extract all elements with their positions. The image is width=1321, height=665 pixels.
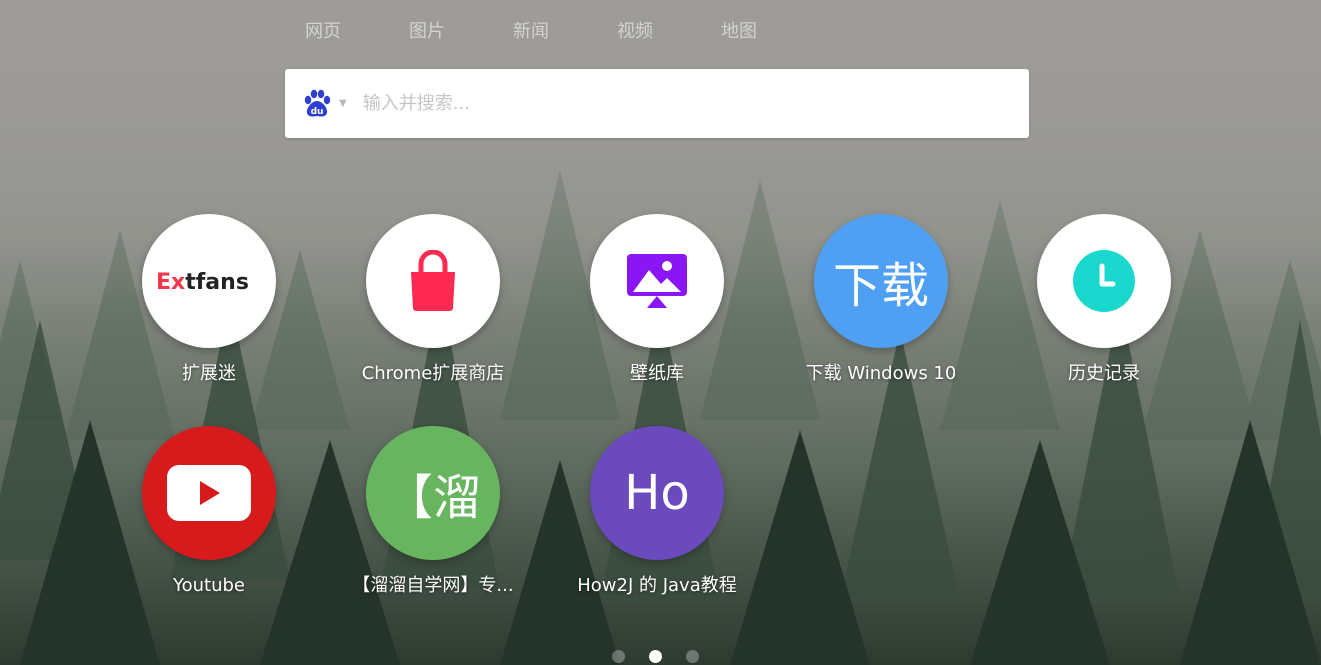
tile-liuliu-study[interactable]: 【溜 【溜溜自学网】专... [323,426,543,598]
clock-icon [1037,214,1171,348]
search-input[interactable] [360,92,1013,115]
tile-youtube[interactable]: Youtube [99,426,319,598]
svg-text:Extfans: Extfans [156,270,249,295]
page-dot-1[interactable] [612,650,625,663]
extfans-logo-icon: Extfans [142,214,276,348]
youtube-play-icon [142,426,276,560]
tile-history[interactable]: 历史记录 [994,214,1214,386]
tile-icon-text: 下载 [832,258,929,314]
page-dot-3[interactable] [686,650,699,663]
how2j-text-icon: Ho [590,426,724,560]
extfans-logo-text-b: tfans [185,270,249,295]
search-engine-selector[interactable]: du ▼ [303,89,347,119]
tile-chrome-web-store[interactable]: Chrome扩展商店 [323,214,543,386]
liuliu-text-icon: 【溜 [366,426,500,560]
page-indicator [612,650,699,663]
tile-label: Chrome扩展商店 [361,363,505,384]
search-category-tabs: 网页 图片 新闻 视频 地图 [305,18,825,46]
tab-images[interactable]: 图片 [409,18,513,46]
download-text-icon: 下载 [814,214,948,348]
tile-icon-text: 【溜 [384,470,481,526]
tile-label: How2J 的 Java教程 [577,575,737,596]
tab-maps[interactable]: 地图 [721,18,825,46]
baidu-paw-icon: du [304,89,331,117]
tile-download-windows-10[interactable]: 下载 下载 Windows 10 [771,214,991,386]
tab-videos[interactable]: 视频 [617,18,721,46]
tile-extfans[interactable]: Extfans 扩展迷 [99,214,319,386]
tile-label: 壁纸库 [630,363,684,384]
wallpaper-monitor-icon [590,214,724,348]
tile-label: 下载 Windows 10 [805,363,957,384]
search-bar: du ▼ [285,69,1029,138]
tile-wallpaper-library[interactable]: 壁纸库 [547,214,767,386]
page-dot-2[interactable] [649,650,662,663]
tab-webpage[interactable]: 网页 [305,18,409,46]
chevron-down-icon: ▼ [339,98,347,109]
tile-label: 扩展迷 [182,363,236,384]
svg-text:du: du [311,107,324,117]
tab-news[interactable]: 新闻 [513,18,617,46]
extfans-logo-text-a: Ex [156,270,185,295]
tile-how2j-java[interactable]: Ho How2J 的 Java教程 [547,426,767,598]
tile-icon-text: Ho [624,465,690,521]
tile-label: Youtube [173,575,245,596]
tile-label: 历史记录 [1068,363,1140,384]
tile-label: 【溜溜自学网】专... [352,575,514,596]
shopping-bag-icon [366,214,500,348]
